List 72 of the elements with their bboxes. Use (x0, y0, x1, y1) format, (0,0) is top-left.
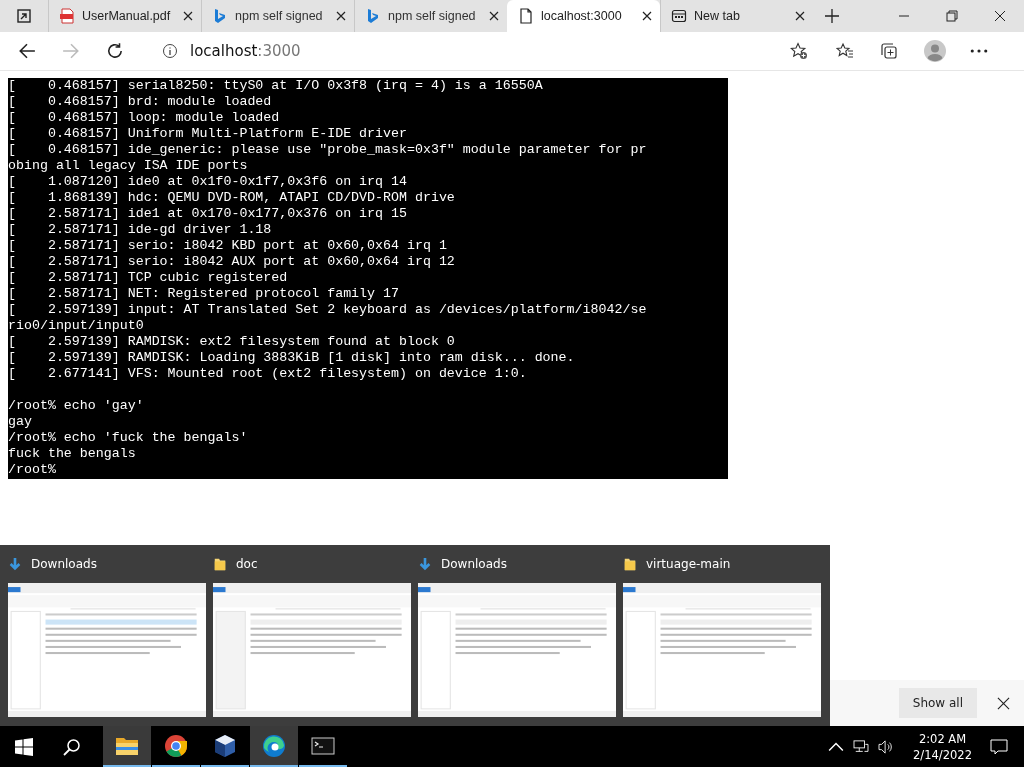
download-arrow-icon (8, 556, 22, 572)
page-icon (518, 8, 534, 24)
window-preview-title[interactable]: Downloads (31, 557, 97, 571)
terminal-line: [ 1.087120] ide0 at 0x1f0-0x1f7,0x3f6 on irq 14 (8, 174, 408, 190)
terminal-line: [ 2.587171] ide1 at 0x170-0x177,0x376 on irq 15 (8, 206, 408, 222)
restore-icon[interactable] (946, 10, 958, 22)
taskbar-app-button[interactable] (250, 726, 298, 767)
terminal-line: [ 0.468157] Uniform Multi-Platform E-IDE driver (8, 126, 408, 142)
terminal-line: [ 2.597139] RAMDISK: Loading 3883KiB [1 disk] into ram disk... done. (8, 350, 576, 366)
terminal-line: [ 2.587171] TCP cubic registered (8, 270, 289, 286)
terminal-line: [ 0.468157] brd: module loaded (8, 94, 273, 110)
browser-tab[interactable]: npm self signed (201, 0, 354, 32)
terminal-line: [ 1.868139] hdc: QEMU DVD-ROM, ATAPI CD/DVD-ROM drive (8, 190, 456, 206)
add-favorite-icon[interactable] (790, 42, 808, 60)
window-preview-title[interactable]: Downloads (441, 557, 507, 571)
download-arrow-icon (418, 556, 432, 572)
new-tab-page-icon (671, 8, 687, 24)
clock-time: 2:02 AM (918, 730, 967, 747)
window-preview-title[interactable]: virtuage-main (646, 557, 731, 571)
bing-logo-icon (212, 8, 228, 24)
browser-tab[interactable]: New tab (660, 0, 813, 32)
tab-actions-icon[interactable] (16, 8, 32, 24)
search-icon[interactable] (63, 737, 81, 756)
terminal-line: [ 2.587171] serio: i8042 AUX port at 0x60,0x64 irq 12 (8, 254, 456, 270)
terminal-line: [ 2.597139] input: AT Translated Set 2 keyboard as /devices/platform/i8042/se (8, 302, 648, 318)
collections-icon[interactable] (880, 42, 898, 60)
terminal-line: [ 2.587171] NET: Registered protocol family 17 (8, 286, 400, 302)
close-tab-icon[interactable] (795, 11, 805, 21)
windows-start-icon[interactable] (15, 737, 33, 756)
close-tab-icon[interactable] (489, 11, 499, 21)
taskbar-clock[interactable]: 2:02 AM 2/14/2022 (913, 730, 972, 763)
terminal-line: /root% (8, 462, 57, 478)
cube-icon (213, 733, 237, 758)
terminal-line: [ 0.468157] ide_generic: please use "probe_mask=0x3f" module parameter for pr (8, 142, 648, 158)
terminal-line: /root% echo 'gay' (8, 398, 145, 414)
close-icon[interactable] (997, 696, 1010, 710)
notifications-icon[interactable] (990, 738, 1008, 755)
new-tab-icon[interactable] (825, 9, 839, 23)
bing-logo-icon (365, 8, 381, 24)
terminal-line: gay (8, 414, 33, 430)
close-tab-icon[interactable] (183, 11, 193, 21)
pdf-file-icon (59, 8, 75, 24)
terminal-line: [ 2.677141] VFS: Mounted root (ext2 filesystem) on device 1:0. (8, 366, 528, 382)
network-icon[interactable] (853, 739, 870, 754)
back-icon[interactable] (18, 42, 36, 60)
terminal-line: fuck the bengals (8, 446, 137, 462)
terminal-line: /root% echo 'fuck the bengals' (8, 430, 249, 446)
terminal-line: [ 2.587171] ide-gd driver 1.18 (8, 222, 273, 238)
close-tab-icon[interactable] (336, 11, 346, 21)
profile-avatar-icon[interactable] (924, 40, 946, 62)
folder-icon (213, 556, 227, 572)
window-preview-title[interactable]: doc (236, 557, 258, 571)
close-icon[interactable] (994, 10, 1006, 22)
close-tab-icon[interactable] (642, 11, 652, 21)
terminal-line: [ 0.468157] serial8250: ttyS0 at I/O 0x3f8 (irq = 4) is a 16550A (8, 78, 544, 94)
terminal-line: [ 2.597139] RAMDISK: ext2 filesystem found at block 0 (8, 334, 456, 350)
browser-tab[interactable]: UserManual.pdf (48, 0, 201, 32)
edge-logo-icon (262, 733, 286, 758)
clock-date: 2/14/2022 (913, 746, 972, 763)
volume-icon[interactable] (878, 739, 895, 754)
terminal-line: rio0/input/input0 (8, 318, 145, 334)
terminal-line: obing all legacy ISA IDE ports (8, 158, 249, 174)
browser-tab[interactable]: localhost:3000 (507, 0, 660, 32)
terminal-line: [ 2.587171] serio: i8042 KBD port at 0x60,0x64 irq 1 (8, 238, 448, 254)
terminal-line: [ 0.468157] loop: module loaded (8, 110, 281, 126)
favorites-icon[interactable] (836, 42, 854, 60)
taskbar-app-button[interactable] (103, 726, 151, 767)
folder-icon (623, 556, 637, 572)
refresh-icon[interactable] (106, 42, 124, 60)
chrome-logo-icon (164, 733, 188, 758)
info-icon (162, 43, 178, 59)
show-all-button[interactable]: Show all (898, 688, 977, 718)
